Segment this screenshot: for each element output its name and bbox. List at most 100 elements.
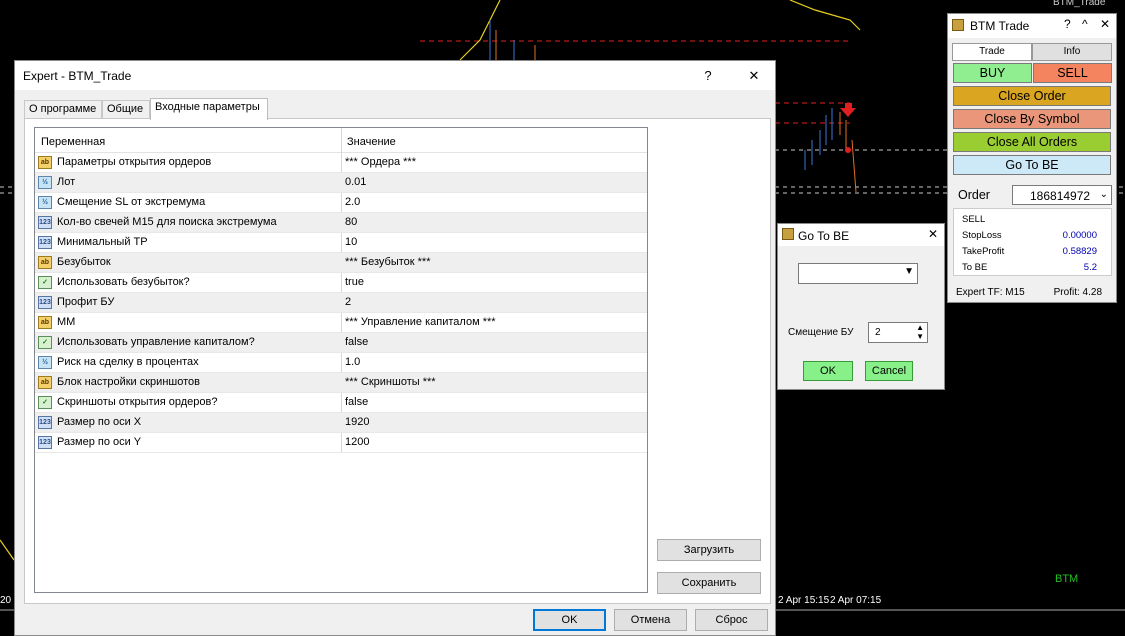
param-name: Риск на сделку в процентах [57, 356, 199, 368]
double-type-icon: ½ [38, 196, 52, 209]
param-name: Профит БУ [57, 296, 115, 308]
order-label: Order [958, 188, 990, 202]
param-row[interactable]: 123 Кол-во свечей M15 для поиска экстрему… [35, 213, 647, 233]
param-value[interactable]: 80 [345, 216, 357, 228]
btm-titlebar: BTM Trade ? ^ ✕ [948, 14, 1116, 38]
tab-inputs[interactable]: Входные параметры [150, 98, 268, 120]
expert-titlebar: Expert - BTM_Trade ? ✕ [15, 61, 775, 90]
close-order-button[interactable]: Close Order [953, 86, 1111, 106]
info-stoploss-label: StopLoss [962, 230, 1002, 241]
param-value[interactable]: 10 [345, 236, 357, 248]
boolean-type-icon: ✓ [38, 396, 52, 409]
param-value[interactable]: *** Управление капиталом *** [345, 316, 496, 328]
param-name: Безубыток [57, 256, 111, 268]
goto-be-button[interactable]: Go To BE [953, 155, 1111, 175]
info-takeprofit-label: TakeProfit [962, 246, 1005, 257]
offset-stepper[interactable]: 2 ▲ ▼ [868, 322, 928, 343]
col-value[interactable]: Значение [347, 136, 396, 148]
param-row[interactable]: 123 Минимальный TP 10 [35, 233, 647, 253]
param-value[interactable]: 1920 [345, 416, 369, 428]
param-value[interactable]: 2.0 [345, 196, 360, 208]
cancel-button[interactable]: Отмена [614, 609, 687, 631]
param-value[interactable]: false [345, 396, 368, 408]
expert-tf-status: Expert TF: M15 [956, 287, 1025, 298]
tab-info[interactable]: Info [1032, 43, 1112, 61]
save-button[interactable]: Сохранить [657, 572, 761, 594]
app-icon [782, 228, 794, 240]
gotobe-ok-button[interactable]: OK [803, 361, 853, 381]
param-row[interactable]: ½ Риск на сделку в процентах 1.0 [35, 353, 647, 373]
param-name: Размер по оси X [57, 416, 142, 428]
gotobe-close-icon[interactable]: ✕ [928, 227, 938, 241]
param-row[interactable]: ½ Смещение SL от экстремума 2.0 [35, 193, 647, 213]
tab-about[interactable]: О программе [24, 100, 102, 119]
param-name: Лот [57, 176, 76, 188]
param-value[interactable]: 1200 [345, 436, 369, 448]
param-row[interactable]: ab Безубыток *** Безубыток *** [35, 253, 647, 273]
load-button[interactable]: Загрузить [657, 539, 761, 561]
info-takeprofit-value: 0.58829 [1062, 246, 1097, 257]
help-icon[interactable]: ? [1064, 17, 1071, 31]
reset-button[interactable]: Сброс [695, 609, 768, 631]
param-row[interactable]: ½ Лот 0.01 [35, 173, 647, 193]
stepper-arrows-icon[interactable]: ▲ ▼ [916, 323, 924, 341]
gotobe-cancel-button[interactable]: Cancel [865, 361, 913, 381]
minimize-icon[interactable]: ^ [1082, 17, 1088, 31]
info-tobe-label: To BE [962, 262, 988, 273]
param-row[interactable]: ✓ Использовать управление капиталом? false [35, 333, 647, 353]
expert-title: Expert - BTM_Trade [23, 69, 132, 83]
tab-trade[interactable]: Trade [952, 43, 1032, 61]
param-value[interactable]: true [345, 276, 364, 288]
params-grid: Переменная Значение ab Параметры открытия… [34, 127, 648, 593]
order-combo[interactable]: ▼ [798, 263, 918, 284]
param-value[interactable]: 0.01 [345, 176, 366, 188]
param-row[interactable]: 123 Размер по оси X 1920 [35, 413, 647, 433]
inputs-pane: Переменная Значение ab Параметры открытия… [24, 118, 771, 604]
tab-common[interactable]: Общие [102, 100, 150, 119]
integer-type-icon: 123 [38, 416, 52, 429]
help-button[interactable]: ? [685, 61, 731, 90]
close-all-orders-button[interactable]: Close All Orders [953, 132, 1111, 152]
chevron-down-icon: ▼ [904, 266, 914, 277]
boolean-type-icon: ✓ [38, 276, 52, 289]
param-value[interactable]: *** Скриншоты *** [345, 376, 436, 388]
param-row[interactable]: ✓ Использовать безубыток? true [35, 273, 647, 293]
expert-dialog: Expert - BTM_Trade ? ✕ О программе Общие… [14, 60, 776, 636]
time-label-2: 2 Apr 07:15 [830, 595, 882, 606]
param-name: ММ [57, 316, 76, 328]
param-value[interactable]: 1.0 [345, 356, 360, 368]
grid-rows: ab Параметры открытия ордеров *** Ордера *… [35, 153, 647, 453]
param-value[interactable]: *** Безубыток *** [345, 256, 431, 268]
param-row[interactable]: ab ММ *** Управление капиталом *** [35, 313, 647, 333]
offset-label: Смещение БУ [788, 327, 854, 338]
integer-type-icon: 123 [38, 236, 52, 249]
order-select-value: 186814972 [1030, 189, 1091, 203]
col-variable[interactable]: Переменная [41, 136, 105, 148]
param-name: Параметры открытия ордеров [57, 156, 212, 168]
param-value[interactable]: *** Ордера *** [345, 156, 416, 168]
profit-status: Profit: 4.28 [1053, 287, 1102, 298]
sell-button[interactable]: SELL [1033, 63, 1112, 83]
param-name: Кол-во свечей M15 для поиска экстремума [57, 216, 277, 228]
param-row[interactable]: ✓ Скриншоты открытия ордеров? false [35, 393, 647, 413]
ok-button[interactable]: OK [533, 609, 606, 631]
param-value[interactable]: false [345, 336, 368, 348]
order-select[interactable]: 186814972 ⌄ [1012, 185, 1112, 205]
integer-type-icon: 123 [38, 436, 52, 449]
close-button[interactable]: ✕ [731, 61, 777, 90]
buy-button[interactable]: BUY [953, 63, 1032, 83]
param-row[interactable]: ab Блок настройки скриншотов *** Скриншоты… [35, 373, 647, 393]
chevron-down-icon: ⌄ [1099, 189, 1108, 200]
param-row[interactable]: 123 Размер по оси Y 1200 [35, 433, 647, 453]
info-side: SELL [962, 214, 986, 225]
param-row[interactable]: ab Параметры открытия ордеров *** Ордера *… [35, 153, 647, 173]
param-name: Блок настройки скриншотов [57, 376, 200, 388]
gotobe-titlebar: Go To BE ✕ [778, 224, 944, 246]
close-by-symbol-button[interactable]: Close By Symbol [953, 109, 1111, 129]
param-name: Смещение SL от экстремума [57, 196, 206, 208]
chart-top-label: BTM_Trade [1053, 0, 1106, 8]
close-icon[interactable]: ✕ [1100, 17, 1110, 31]
integer-type-icon: 123 [38, 296, 52, 309]
param-value[interactable]: 2 [345, 296, 351, 308]
param-row[interactable]: 123 Профит БУ 2 [35, 293, 647, 313]
